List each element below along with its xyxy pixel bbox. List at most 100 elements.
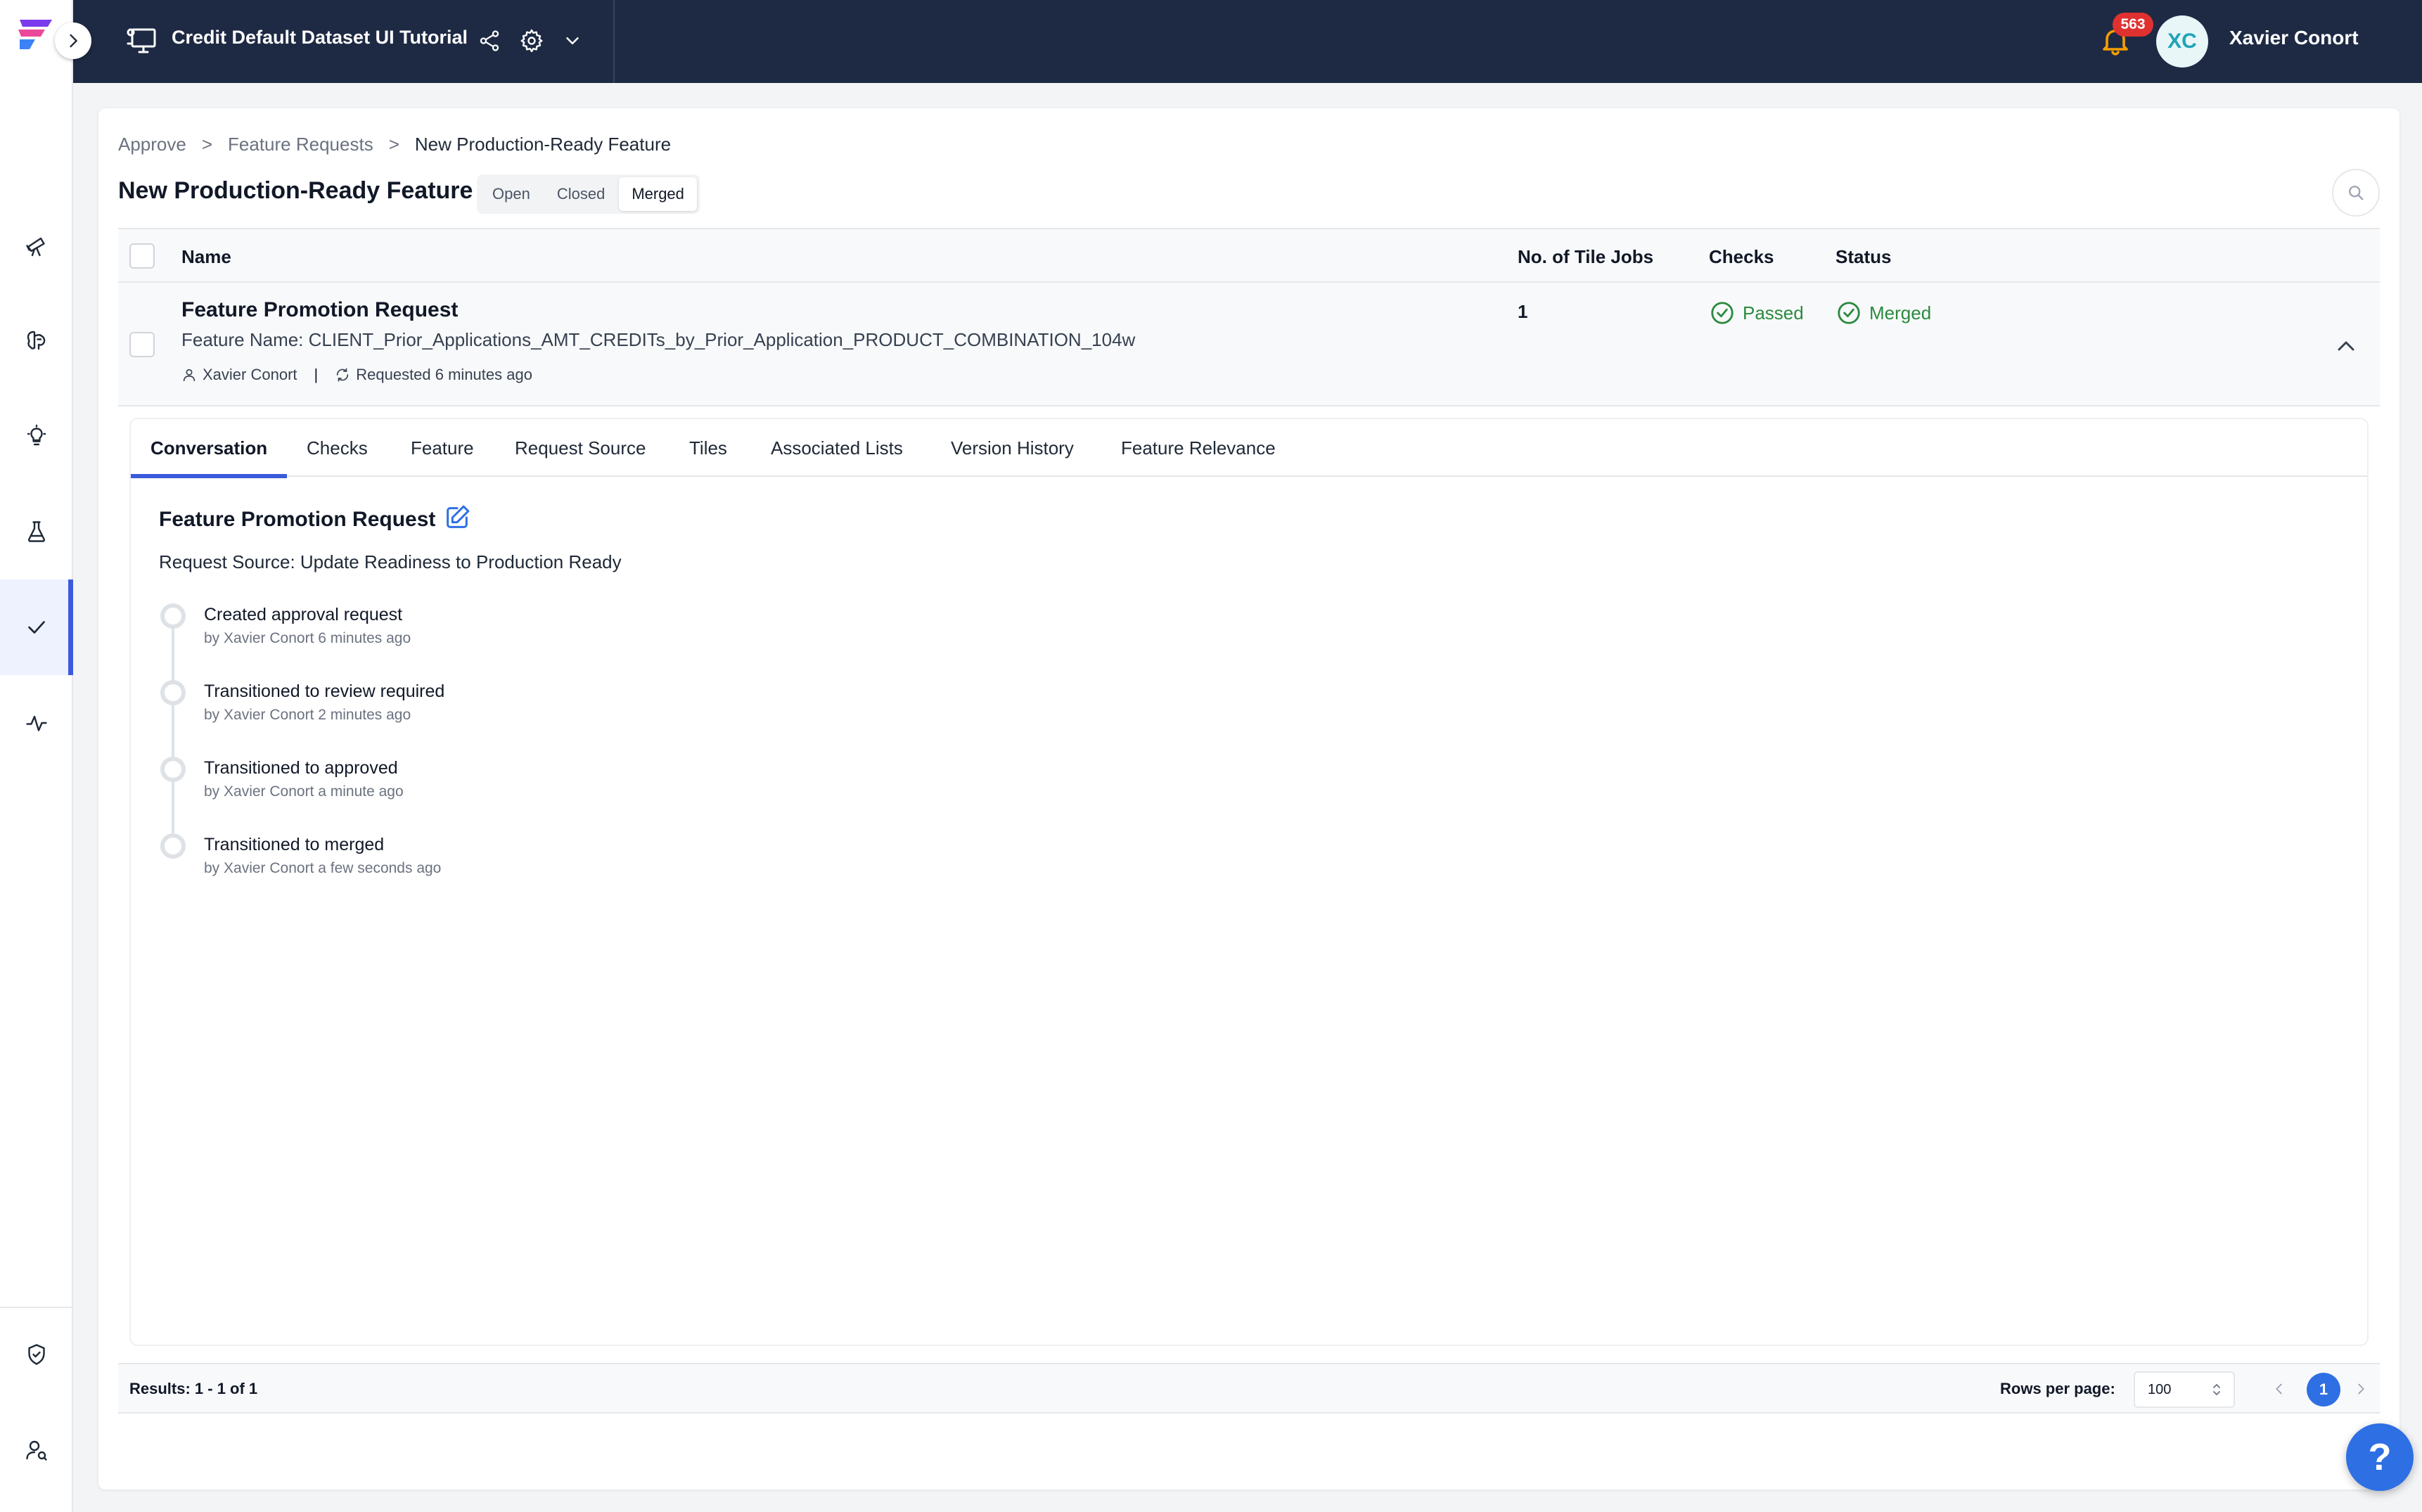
catalog-monitor-icon [127,28,156,53]
breadcrumb-separator: > [388,134,399,155]
request-detail-panel: Conversation Checks Feature Request Sour… [130,419,2367,1345]
requester-name: Xavier Conort [203,366,297,383]
sidebar-item-ideate[interactable] [0,388,73,484]
share-icon [480,30,499,51]
catalog-dropdown-button[interactable] [558,27,587,55]
timeline-dot [160,680,186,705]
status-filter: Open Closed Merged [477,174,700,214]
filter-open[interactable]: Open [480,177,543,211]
sidebar-item-approve[interactable] [0,579,73,675]
catalog-selector[interactable]: Credit Default Dataset UI Tutorial [73,0,615,83]
select-arrows-icon [2213,1384,2220,1395]
chevron-down-icon [566,37,579,44]
timeline-event-subtitle: by Xavier Conort a few seconds ago [204,860,442,876]
table-row[interactable]: Feature Promotion Request Feature Name: … [118,283,2380,406]
telescope-icon [26,237,45,257]
chevron-right-icon [70,34,77,48]
page-title: New Production-Ready Feature [118,177,473,204]
sidebar-item-discover[interactable] [0,197,73,293]
column-header-checks[interactable]: Checks [1709,246,1774,268]
select-all-checkbox[interactable] [129,243,155,269]
share-button[interactable] [475,27,504,55]
rows-per-page-value: 100 [2148,1381,2172,1397]
timeline-line [172,603,174,838]
sidebar-item-experiment[interactable] [0,484,73,579]
column-header-name[interactable]: Name [181,246,231,268]
main-card: Approve > Feature Requests > New Product… [98,108,2399,1489]
check-circle-icon [1838,302,1860,324]
page-number-button[interactable]: 1 [2307,1373,2340,1407]
breadcrumb: Approve > Feature Requests > New Product… [118,134,671,155]
table-footer: Results: 1 - 1 of 1 Rows per page: 100 1 [118,1363,2380,1414]
rows-per-page-select[interactable]: 100 [2134,1371,2235,1408]
timeline-event-subtitle: by Xavier Conort 6 minutes ago [204,630,411,646]
feature-name: Feature Name: CLIENT_Prior_Applications_… [181,329,1136,350]
tab-tiles[interactable]: Tiles [689,419,727,477]
avatar[interactable]: XC [2156,15,2208,68]
breadcrumb-separator: > [201,134,213,155]
sidebar-item-monitor[interactable] [0,675,73,771]
search-icon [2349,186,2364,200]
tab-feature-relevance[interactable]: Feature Relevance [1121,419,1276,477]
tab-conversation[interactable]: Conversation [130,419,288,478]
prev-page-button[interactable] [2267,1377,2291,1401]
sidebar-item-user-search[interactable] [0,1402,73,1498]
check-circle-icon [1711,302,1734,324]
tab-associated-lists[interactable]: Associated Lists [771,419,903,477]
user-search-icon [26,1440,47,1461]
user-icon [183,369,196,382]
tab-feature[interactable]: Feature [411,419,474,477]
filter-closed[interactable]: Closed [544,177,617,211]
sidebar-item-model[interactable] [0,293,73,388]
timeline-event-title: Transitioned to review required [204,681,445,701]
edit-icon[interactable] [443,504,471,532]
shield-icon [28,1344,45,1365]
timeline-dot [160,833,186,859]
notification-badge: 563 [2113,13,2153,37]
rows-per-page-label: Rows per page: [2000,1380,2115,1397]
breadcrumb-approve[interactable]: Approve [118,134,186,155]
status-label: Merged [1869,302,1932,323]
row-checkbox[interactable] [129,332,155,357]
expand-sidebar-button[interactable] [55,23,91,59]
settings-button[interactable] [518,27,546,55]
timeline-dot [160,757,186,782]
requested-time: Requested 6 minutes ago [356,366,532,383]
request-meta: Xavier Conort | Requested 6 minutes ago [181,366,532,384]
help-button[interactable]: ? [2346,1423,2414,1491]
chevron-left-icon [2276,1383,2282,1395]
tab-version-history[interactable]: Version History [951,419,1074,477]
left-sidebar [0,0,73,1512]
breadcrumb-current: New Production-Ready Feature [414,134,672,155]
meta-separator: | [314,366,319,383]
tab-checks[interactable]: Checks [307,419,368,477]
filter-merged[interactable]: Merged [619,177,697,211]
results-count: Results: 1 - 1 of 1 [129,1380,258,1397]
chevron-up-icon[interactable] [2332,332,2360,360]
activity-icon [26,715,47,731]
checks-label: Passed [1743,302,1804,323]
timeline-event-subtitle: by Xavier Conort 2 minutes ago [204,707,411,723]
user-name[interactable]: Xavier Conort [2229,27,2359,49]
column-header-status[interactable]: Status [1835,246,1891,268]
tab-request-source[interactable]: Request Source [515,419,646,477]
conversation-title: Feature Promotion Request [159,508,436,531]
detail-tabs: Conversation Checks Feature Request Sour… [130,419,2367,478]
next-page-button[interactable] [2349,1377,2373,1401]
table-header: Name No. of Tile Jobs Checks Status [118,228,2380,283]
column-header-tile-jobs[interactable]: No. of Tile Jobs [1518,246,1653,268]
request-title: Feature Promotion Request [181,298,459,321]
chevron-right-icon [2358,1383,2364,1395]
request-source-text: Request Source: Update Readiness to Prod… [159,551,622,572]
gear-icon [520,29,543,53]
timeline-event-subtitle: by Xavier Conort a minute ago [204,783,404,800]
breadcrumb-feature-requests[interactable]: Feature Requests [228,134,373,155]
request-status: Merged [1835,300,1931,326]
search-button[interactable] [2332,169,2380,217]
featurebyte-logo[interactable] [15,17,55,52]
sidebar-item-admin[interactable] [0,1307,73,1402]
catalog-title: Credit Default Dataset UI Tutorial [172,27,468,48]
brain-icon [27,331,46,350]
tile-jobs-count: 1 [1518,301,1528,322]
flask-icon [28,521,45,542]
